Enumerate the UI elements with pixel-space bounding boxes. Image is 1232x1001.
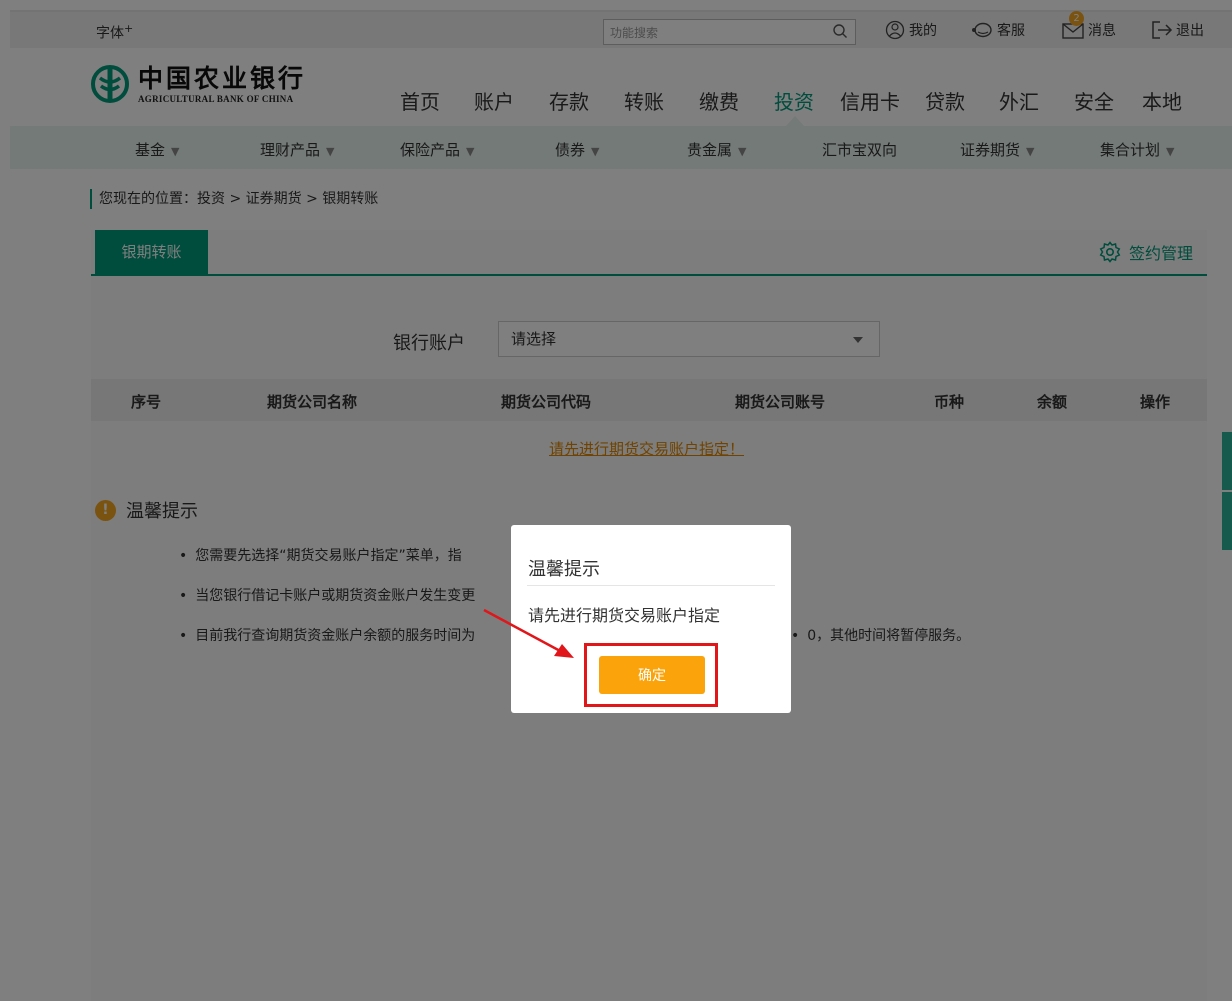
confirm-button[interactable]: 确定 xyxy=(599,656,705,694)
annotation-arrow-icon xyxy=(483,608,574,658)
page: 字体+ 我的 客服 2 消息 退出 xyxy=(0,0,1232,1001)
dialog-title: 温馨提示 xyxy=(528,559,600,580)
dialog-divider xyxy=(527,585,775,586)
modal-overlay[interactable] xyxy=(0,0,1232,1001)
highlight-box: 确定 xyxy=(584,643,718,707)
